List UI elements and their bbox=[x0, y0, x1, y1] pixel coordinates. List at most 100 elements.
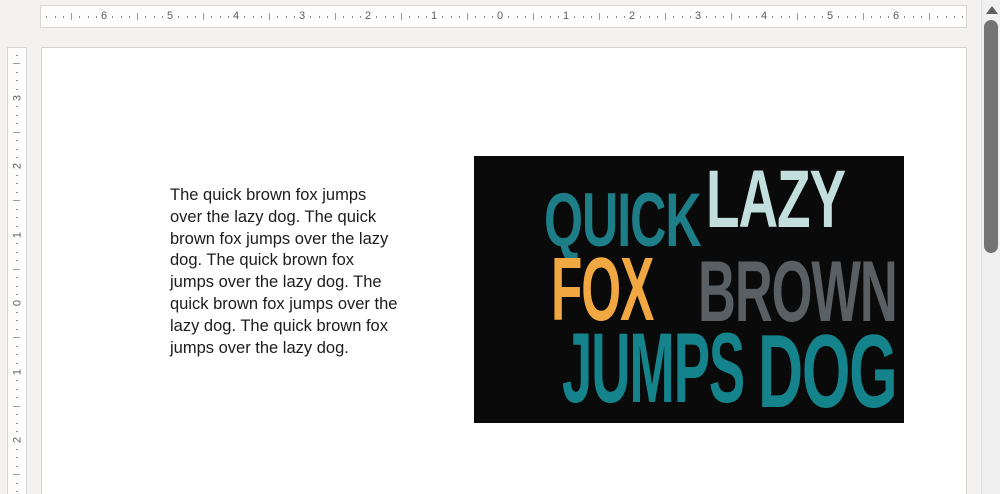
ruler-tick bbox=[71, 13, 72, 20]
ruler-tick bbox=[16, 71, 18, 73]
ruler-tick bbox=[549, 16, 551, 18]
ruler-tick bbox=[475, 16, 477, 18]
ruler-tick bbox=[16, 114, 18, 116]
ruler-tick bbox=[574, 16, 576, 18]
ruler-tick bbox=[16, 243, 18, 245]
ruler-tick bbox=[326, 16, 328, 18]
ruler-tick bbox=[450, 16, 452, 18]
ruler-tick bbox=[186, 16, 188, 18]
ruler-tick bbox=[16, 285, 18, 287]
ruler-tick bbox=[269, 13, 270, 20]
ruler-tick bbox=[137, 13, 138, 20]
ruler-tick bbox=[16, 491, 18, 493]
ruler-tick bbox=[409, 16, 411, 18]
ruler-tick bbox=[524, 16, 526, 18]
wordart-word-lazy: LAZY bbox=[706, 156, 846, 245]
ruler-tick bbox=[16, 225, 18, 227]
ruler-tick bbox=[640, 16, 642, 18]
ruler-tick bbox=[16, 123, 18, 125]
ruler-tick bbox=[244, 16, 246, 18]
ruler-tick bbox=[351, 16, 353, 18]
ruler-tick bbox=[557, 16, 559, 18]
ruler-tick bbox=[16, 174, 18, 176]
ruler-tick bbox=[16, 208, 18, 210]
ruler-number: 2 bbox=[628, 10, 636, 22]
ruler-tick bbox=[920, 16, 922, 18]
ruler-tick bbox=[285, 16, 287, 18]
horizontal-ruler[interactable]: 6 5 4 3 2 1 0 1 2 3 4 5 6 bbox=[40, 5, 967, 28]
ruler-tick bbox=[227, 16, 229, 18]
ruler-tick bbox=[16, 277, 18, 279]
ruler-tick bbox=[945, 16, 947, 18]
ruler-tick bbox=[516, 16, 518, 18]
ruler-tick bbox=[203, 13, 204, 20]
ruler-tick bbox=[706, 16, 708, 18]
ruler-number: 3 bbox=[11, 94, 24, 101]
vertical-ruler[interactable]: 3 2 1 0 1 2 bbox=[7, 47, 27, 494]
ruler-tick bbox=[16, 140, 18, 142]
ruler-tick bbox=[13, 268, 20, 270]
ruler-tick bbox=[16, 191, 18, 193]
ruler-tick bbox=[16, 448, 18, 450]
ruler-tick bbox=[13, 200, 20, 202]
ruler-tick bbox=[16, 183, 18, 185]
ruler-tick bbox=[607, 16, 609, 18]
ruler-tick bbox=[929, 13, 930, 20]
ruler-tick bbox=[731, 13, 732, 20]
ruler-number: 0 bbox=[11, 299, 24, 307]
ruler-tick bbox=[310, 16, 312, 18]
ruler-number: 3 bbox=[694, 10, 702, 22]
ruler-tick bbox=[211, 16, 213, 18]
ruler-tick bbox=[87, 16, 89, 18]
ruler-tick bbox=[161, 16, 163, 18]
ruler-tick bbox=[623, 16, 625, 18]
ruler-tick bbox=[491, 16, 493, 18]
ruler-tick bbox=[343, 16, 345, 18]
ruler-number: 1 bbox=[430, 10, 438, 22]
ruler-tick bbox=[615, 16, 617, 18]
ruler-tick bbox=[318, 16, 320, 18]
ruler-tick bbox=[467, 13, 468, 20]
ruler-tick bbox=[16, 380, 18, 382]
ruler-tick bbox=[16, 217, 18, 219]
ruler-tick bbox=[16, 106, 18, 108]
ruler-tick bbox=[178, 16, 180, 18]
wordart-image[interactable]: QUICK LAZY FOX BROWN JUMPS DOG bbox=[474, 156, 904, 423]
ruler-tick bbox=[277, 16, 279, 18]
ruler-tick bbox=[582, 16, 584, 18]
ruler-tick bbox=[714, 16, 716, 18]
ruler-tick bbox=[194, 16, 196, 18]
vertical-scrollbar[interactable] bbox=[981, 0, 1000, 494]
ruler-tick bbox=[863, 13, 864, 20]
ruler-tick bbox=[871, 16, 873, 18]
document-page[interactable]: The quick brown fox jumps over the lazy … bbox=[41, 47, 967, 494]
ruler-tick bbox=[458, 16, 460, 18]
ruler-tick bbox=[376, 16, 378, 18]
ruler-tick bbox=[483, 16, 485, 18]
body-text-paragraph[interactable]: The quick brown fox jumps over the lazy … bbox=[170, 185, 397, 359]
ruler-number: 1 bbox=[562, 10, 570, 22]
ruler-tick bbox=[962, 16, 963, 18]
ruler-tick bbox=[153, 16, 155, 18]
ruler-tick bbox=[16, 422, 18, 424]
ruler-tick bbox=[599, 13, 600, 20]
ruler-tick bbox=[780, 16, 782, 18]
ruler-tick bbox=[359, 16, 361, 18]
scroll-up-button[interactable] bbox=[982, 3, 1000, 17]
ruler-tick bbox=[392, 16, 394, 18]
ruler-tick bbox=[838, 16, 840, 18]
ruler-number: 6 bbox=[892, 10, 900, 22]
ruler-tick bbox=[16, 80, 18, 82]
ruler-tick bbox=[533, 13, 534, 20]
ruler-tick bbox=[13, 131, 20, 133]
ruler-tick bbox=[648, 16, 650, 18]
ruler-tick bbox=[805, 16, 807, 18]
ruler-number: 5 bbox=[826, 10, 834, 22]
ruler-tick bbox=[747, 16, 749, 18]
ruler-tick bbox=[673, 16, 675, 18]
ruler-tick bbox=[656, 16, 658, 18]
ruler-tick bbox=[739, 16, 741, 18]
scrollbar-thumb[interactable] bbox=[984, 20, 998, 253]
ruler-tick bbox=[772, 16, 774, 18]
wordart-word-dog: DOG bbox=[758, 314, 898, 423]
